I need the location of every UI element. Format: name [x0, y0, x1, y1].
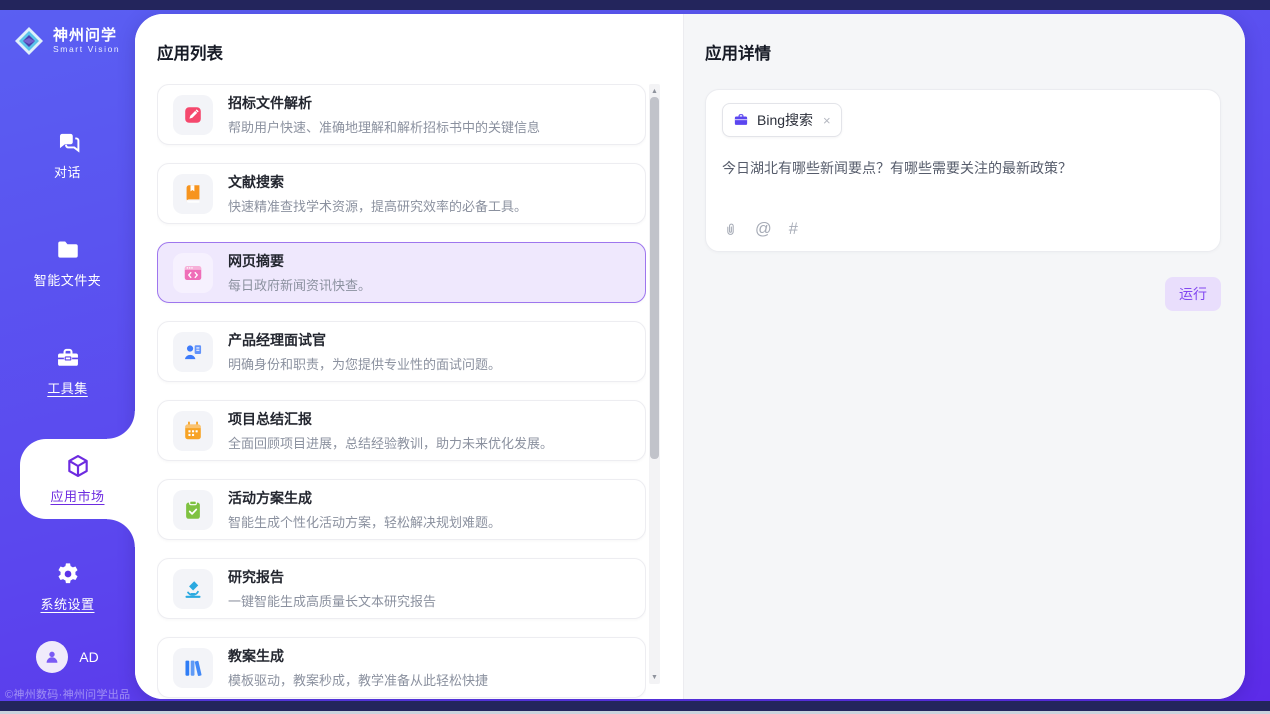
mention-icon[interactable]: @	[755, 221, 772, 238]
app-card-5[interactable]: 项目总结汇报 全面回顾项目进展，总结经验教训，助力未来优化发展。	[157, 400, 646, 461]
brand-name: 神州问学	[53, 27, 120, 44]
hash-icon[interactable]: #	[789, 221, 798, 238]
tool-chip-label: Bing搜索	[757, 110, 813, 130]
scroll-down-icon[interactable]: ▼	[649, 671, 660, 683]
scrollbar-thumb[interactable]	[650, 97, 659, 459]
cube-icon	[65, 453, 91, 479]
toolbox-icon	[55, 345, 81, 371]
sidebar-nav: 对话 智能文件夹 工具集 应用市场 系统设置	[0, 115, 135, 627]
app-card-1[interactable]: 招标文件解析 帮助用户快速、准确地理解和解析招标书中的关键信息	[157, 84, 646, 145]
user-name: AD	[79, 649, 98, 665]
app-detail-panel: 应用详情 Bing搜索 × 今日湖北有哪些新闻要点？有哪些需要关注的最新政策？	[683, 14, 1245, 699]
app-list-title: 应用列表	[157, 40, 683, 64]
webpage-icon	[173, 253, 213, 293]
brand-subtitle: Smart Vision	[53, 45, 120, 55]
research-icon	[173, 569, 213, 609]
editor-toolbar: @ #	[723, 221, 798, 238]
prompt-editor-card: Bing搜索 × 今日湖北有哪些新闻要点？有哪些需要关注的最新政策？ @ #	[705, 89, 1221, 252]
app-card-6[interactable]: 活动方案生成 智能生成个性化活动方案，轻松解决规划难题。	[157, 479, 646, 540]
sidebar-item-5[interactable]: 系统设置	[0, 547, 135, 627]
app-card-list: 招标文件解析 帮助用户快速、准确地理解和解析招标书中的关键信息 文献搜索 快速精…	[157, 84, 646, 699]
app-card-2[interactable]: 文献搜索 快速精准查找学术资源，提高研究效率的必备工具。	[157, 163, 646, 224]
folder-icon	[55, 237, 81, 263]
sidebar-item-4[interactable]: 应用市场	[20, 439, 135, 519]
interviewer-icon	[173, 332, 213, 372]
brand-logo: 神州问学 Smart Vision	[0, 10, 135, 62]
app-card-4[interactable]: 产品经理面试官 明确身份和职责，为您提供专业性的面试问题。	[157, 321, 646, 382]
app-list-panel: 应用列表 招标文件解析 帮助用户快速、准确地理解和解析招标书中的关键信息 文献搜…	[135, 14, 683, 699]
tool-chip-bing-search[interactable]: Bing搜索 ×	[722, 103, 842, 137]
list-scrollbar[interactable]: ▲ ▼	[649, 84, 660, 684]
briefcase-icon	[733, 112, 749, 128]
attachment-icon[interactable]	[723, 221, 738, 238]
book-icon	[173, 174, 213, 214]
app-card-7[interactable]: 研究报告 一键智能生成高质量长文本研究报告	[157, 558, 646, 619]
books-icon	[173, 648, 213, 688]
copyright-text: ©神州数码·神州问学出品	[5, 686, 135, 702]
user-account[interactable]: AD	[0, 641, 135, 673]
person-icon	[43, 648, 61, 666]
calendar-icon	[173, 411, 213, 451]
query-input[interactable]: 今日湖北有哪些新闻要点？有哪些需要关注的最新政策？	[722, 158, 1204, 179]
main-container: 应用列表 招标文件解析 帮助用户快速、准确地理解和解析招标书中的关键信息 文献搜…	[135, 14, 1245, 699]
sidebar: 神州问学 Smart Vision 对话 智能文件夹 工具集 应用市场 系统设置…	[0, 10, 135, 701]
app-card-8[interactable]: 教案生成 模板驱动，教案秒成，教学准备从此轻松快捷	[157, 637, 646, 698]
app-card-3[interactable]: 网页摘要 每日政府新闻资讯快查。	[157, 242, 646, 303]
pen-square-icon	[173, 95, 213, 135]
avatar	[36, 641, 68, 673]
bottom-window-strip	[0, 701, 1270, 714]
close-icon[interactable]: ×	[823, 114, 831, 127]
sidebar-item-2[interactable]: 智能文件夹	[0, 223, 135, 303]
run-button[interactable]: 运行	[1165, 277, 1221, 311]
chat-icon	[55, 129, 81, 155]
clipboard-check-icon	[173, 490, 213, 530]
app-detail-title: 应用详情	[705, 40, 1221, 64]
scroll-up-icon[interactable]: ▲	[649, 85, 660, 97]
sidebar-item-3[interactable]: 工具集	[0, 331, 135, 411]
top-window-strip	[0, 0, 1270, 10]
sidebar-item-1[interactable]: 对话	[0, 115, 135, 195]
app-root: 神州问学 Smart Vision 对话 智能文件夹 工具集 应用市场 系统设置…	[0, 0, 1270, 714]
diamond-logo-icon	[13, 25, 45, 57]
gear-icon	[55, 561, 81, 587]
